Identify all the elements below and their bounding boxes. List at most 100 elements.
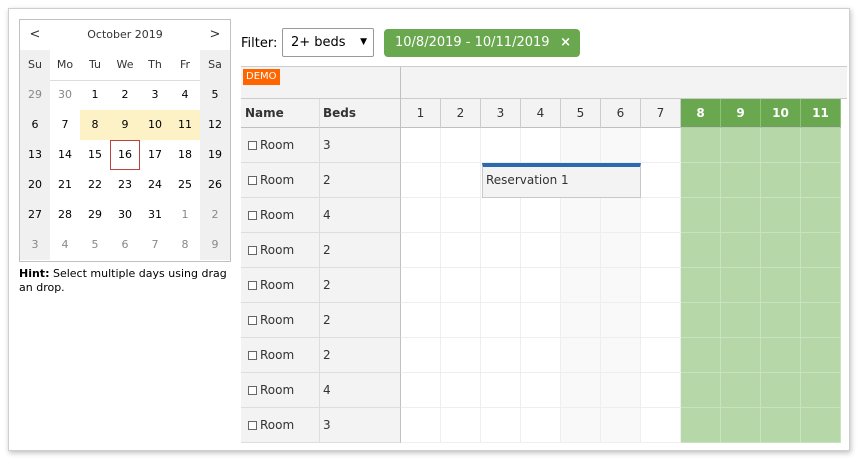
- schedule-cell[interactable]: [761, 373, 801, 408]
- schedule-cell[interactable]: [601, 373, 641, 408]
- schedule-cell[interactable]: [561, 408, 601, 443]
- calendar-day[interactable]: 2: [200, 200, 230, 230]
- previous-month-button[interactable]: <: [20, 20, 50, 50]
- schedule-cell[interactable]: [521, 338, 561, 373]
- calendar-day[interactable]: 9: [200, 230, 230, 260]
- calendar-day[interactable]: 24: [140, 170, 170, 200]
- checkbox-icon[interactable]: [248, 246, 257, 255]
- calendar-day[interactable]: 1: [170, 200, 200, 230]
- schedule-cell[interactable]: [401, 303, 441, 338]
- schedule-cell[interactable]: [521, 233, 561, 268]
- schedule-cell[interactable]: [401, 373, 441, 408]
- schedule-cell[interactable]: [801, 338, 841, 373]
- schedule-cell[interactable]: [481, 373, 521, 408]
- calendar-day[interactable]: 2: [110, 80, 140, 110]
- schedule-cell[interactable]: [561, 303, 601, 338]
- schedule-cell[interactable]: [641, 198, 681, 233]
- schedule-cell[interactable]: [561, 268, 601, 303]
- room-name-cell[interactable]: Room 102: [241, 128, 320, 186]
- room-name-cell[interactable]: Room 103: [241, 163, 320, 221]
- checkbox-icon[interactable]: [248, 176, 257, 185]
- calendar-day[interactable]: 31: [140, 200, 170, 230]
- schedule-cell[interactable]: [401, 198, 441, 233]
- room-name-cell[interactable]: Room 105: [241, 233, 320, 291]
- schedule-cell[interactable]: [801, 233, 841, 268]
- schedule-cell[interactable]: [401, 128, 441, 163]
- room-name-cell[interactable]: Room 109: [241, 373, 320, 431]
- schedule-cell[interactable]: [681, 373, 721, 408]
- room-name-cell[interactable]: Room 108: [241, 338, 320, 396]
- schedule-cell[interactable]: [641, 408, 681, 443]
- calendar-day[interactable]: 9: [110, 110, 140, 140]
- checkbox-icon[interactable]: [248, 316, 257, 325]
- schedule-cell[interactable]: [441, 373, 481, 408]
- calendar-day[interactable]: 4: [170, 80, 200, 110]
- schedule-cell[interactable]: [681, 408, 721, 443]
- calendar-day[interactable]: 30: [50, 80, 80, 110]
- schedule-cell[interactable]: [401, 338, 441, 373]
- schedule-cell[interactable]: [801, 268, 841, 303]
- schedule-cell[interactable]: [721, 268, 761, 303]
- schedule-cell[interactable]: [481, 128, 521, 163]
- calendar-day[interactable]: 15: [80, 140, 110, 170]
- schedule-cell[interactable]: [801, 128, 841, 163]
- schedule-cell[interactable]: [561, 233, 601, 268]
- schedule-cell[interactable]: [401, 408, 441, 443]
- calendar-day[interactable]: 22: [80, 170, 110, 200]
- calendar-day[interactable]: 25: [170, 170, 200, 200]
- calendar-day[interactable]: 8: [170, 230, 200, 260]
- schedule-cell[interactable]: [401, 233, 441, 268]
- calendar-day[interactable]: 3: [20, 230, 50, 260]
- calendar-day[interactable]: 19: [200, 140, 230, 170]
- schedule-cell[interactable]: [481, 338, 521, 373]
- schedule-cell[interactable]: [681, 303, 721, 338]
- schedule-cell[interactable]: [761, 198, 801, 233]
- schedule-cell[interactable]: [481, 408, 521, 443]
- schedule-cell[interactable]: [441, 163, 481, 198]
- calendar-day[interactable]: 18: [170, 140, 200, 170]
- schedule-cell[interactable]: [761, 128, 801, 163]
- schedule-cell[interactable]: [681, 163, 721, 198]
- schedule-cell[interactable]: [641, 128, 681, 163]
- schedule-cell[interactable]: [441, 233, 481, 268]
- schedule-cell[interactable]: [801, 163, 841, 198]
- schedule-cell[interactable]: [721, 373, 761, 408]
- calendar-day[interactable]: 4: [50, 230, 80, 260]
- calendar-day[interactable]: 17: [140, 140, 170, 170]
- schedule-cell[interactable]: [441, 408, 481, 443]
- schedule-cell[interactable]: [481, 303, 521, 338]
- schedule-cell[interactable]: [521, 408, 561, 443]
- calendar-day[interactable]: 6: [20, 110, 50, 140]
- schedule-cell[interactable]: [801, 408, 841, 443]
- schedule-cell[interactable]: [761, 268, 801, 303]
- schedule-cell[interactable]: [681, 338, 721, 373]
- schedule-cell[interactable]: [601, 268, 641, 303]
- checkbox-icon[interactable]: [248, 141, 257, 150]
- schedule-cell[interactable]: [601, 303, 641, 338]
- schedule-cell[interactable]: [761, 233, 801, 268]
- schedule-cell[interactable]: [801, 198, 841, 233]
- schedule-cell[interactable]: [681, 128, 721, 163]
- schedule-cell[interactable]: [721, 303, 761, 338]
- schedule-cell[interactable]: [761, 163, 801, 198]
- calendar-day[interactable]: 5: [80, 230, 110, 260]
- calendar-day[interactable]: 29: [20, 80, 50, 110]
- schedule-cell[interactable]: [761, 338, 801, 373]
- schedule-cell[interactable]: [561, 128, 601, 163]
- schedule-cell[interactable]: [441, 128, 481, 163]
- schedule-cell[interactable]: [721, 338, 761, 373]
- calendar-day[interactable]: 5: [200, 80, 230, 110]
- schedule-cell[interactable]: [641, 163, 681, 198]
- schedule-cell[interactable]: [401, 268, 441, 303]
- next-month-button[interactable]: >: [200, 20, 230, 50]
- schedule-cell[interactable]: [521, 268, 561, 303]
- room-name-cell[interactable]: Room 110: [241, 408, 320, 443]
- schedule-cell[interactable]: [681, 233, 721, 268]
- schedule-cell[interactable]: [641, 233, 681, 268]
- calendar-day[interactable]: 12: [200, 110, 230, 140]
- checkbox-icon[interactable]: [248, 281, 257, 290]
- schedule-cell[interactable]: [561, 198, 601, 233]
- reservation-event[interactable]: Reservation 1: [482, 163, 641, 198]
- schedule-cell[interactable]: [601, 128, 641, 163]
- schedule-cell[interactable]: [521, 373, 561, 408]
